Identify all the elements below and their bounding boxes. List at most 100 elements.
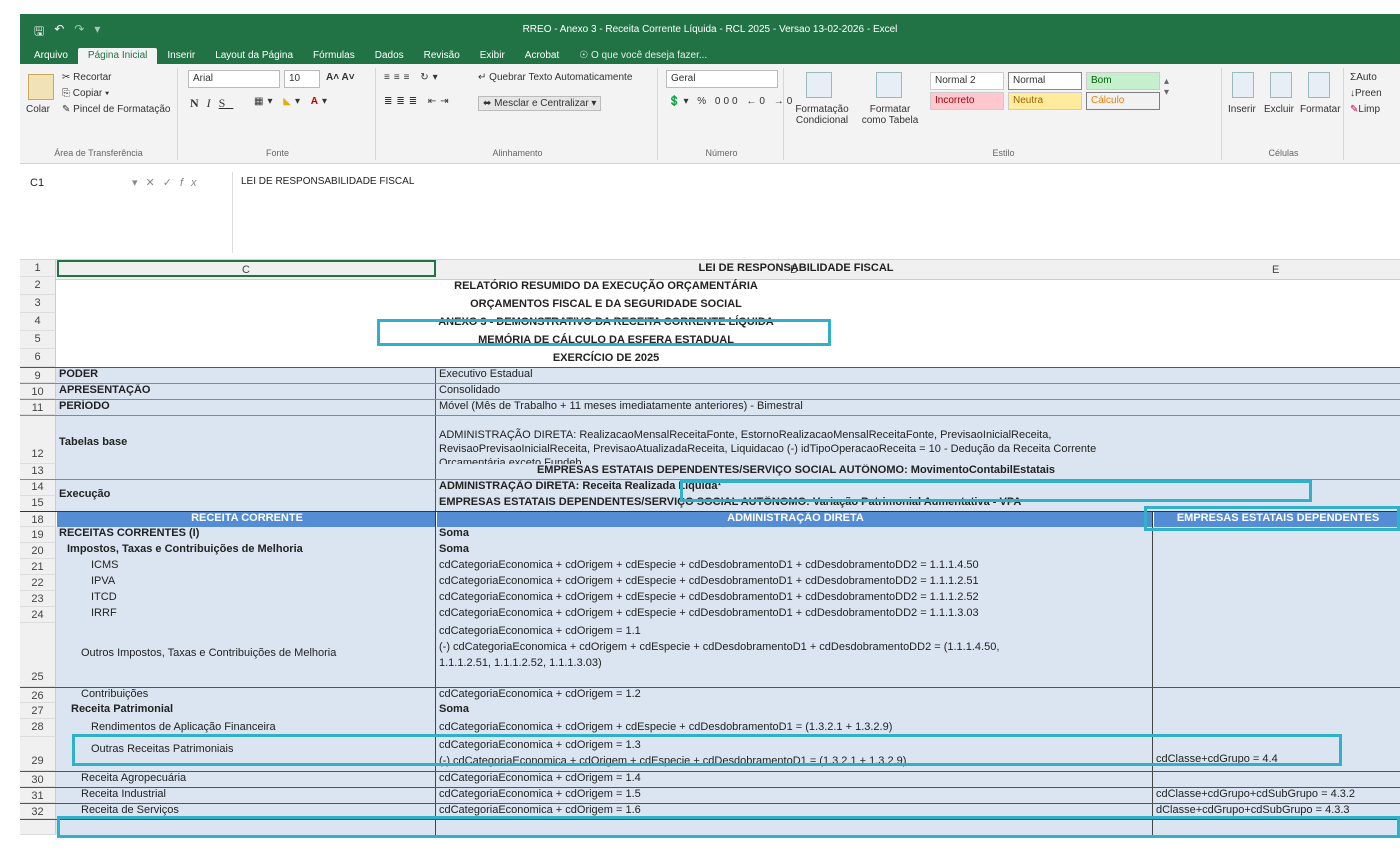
tab-exibir[interactable]: Exibir: [470, 48, 515, 64]
copy-button[interactable]: ⎘ Copiar ▾: [62, 88, 109, 99]
table-cell[interactable]: IRRF: [57, 607, 436, 623]
autosum-button[interactable]: ΣAuto: [1350, 72, 1377, 83]
table-cell[interactable]: [1154, 703, 1400, 719]
table-cell[interactable]: Soma: [437, 527, 1153, 543]
table-cell[interactable]: [1154, 623, 1400, 687]
delete-label[interactable]: Excluir: [1264, 104, 1294, 115]
row-header[interactable]: 26: [20, 688, 56, 703]
table-cell[interactable]: [1154, 575, 1400, 591]
fill-button[interactable]: ↓Preen: [1350, 88, 1382, 99]
table-cell[interactable]: cdCategoriaEconomica + cdOrigem = 1.3 (-…: [437, 737, 1153, 771]
paste-label[interactable]: Colar: [26, 104, 50, 115]
bold-italic-underline-icons[interactable]: NIS: [190, 96, 233, 111]
row-header[interactable]: 20: [20, 543, 56, 559]
table-cell[interactable]: Receita de Serviços: [57, 804, 436, 820]
table-cell[interactable]: [1154, 607, 1400, 623]
table-cell[interactable]: PERÍODO: [57, 400, 436, 416]
clear-button[interactable]: ✎Limp: [1350, 104, 1380, 115]
table-cell[interactable]: Impostos, Taxas e Contribuições de Melho…: [57, 543, 436, 559]
number-format-icons[interactable]: 💲▾ % 000 ←0 →0: [668, 96, 795, 107]
table-cell[interactable]: ICMS: [57, 559, 436, 575]
table-cell[interactable]: [1154, 820, 1400, 836]
name-box[interactable]: C1: [24, 174, 124, 194]
cut-button[interactable]: ✂ Recortar: [62, 72, 112, 83]
row-header[interactable]: 13: [20, 464, 56, 480]
format-painter-button[interactable]: ✎ Pincel de Formatação: [62, 104, 170, 115]
formula-input[interactable]: LEI DE RESPONSABILIDADE FISCAL: [232, 172, 1396, 253]
tab-acrobat[interactable]: Acrobat: [515, 48, 569, 64]
table-cell[interactable]: [1154, 559, 1400, 575]
border-fill-color-icons[interactable]: ▦▾ ◣▾ A▾: [254, 96, 331, 107]
table-cell[interactable]: ADMINISTRAÇÃO DIRETA: Receita Realizada …: [437, 480, 1153, 496]
row-header[interactable]: 23: [20, 591, 56, 607]
paste-icon[interactable]: [28, 74, 54, 100]
table-cell[interactable]: Receita Patrimonial: [57, 703, 436, 719]
align-horizontal-icons[interactable]: ≣≣≣ ⇤⇥: [384, 96, 453, 107]
table-cell[interactable]: ADMINISTRAÇÃO DIRETA: RealizacaoMensalRe…: [437, 416, 1153, 464]
table-cell[interactable]: EMPRESAS ESTATAIS DEPENDENTES/SERVIÇO SO…: [437, 496, 1153, 512]
align-top-icons[interactable]: ≡≡≡ ↻▾: [384, 72, 442, 83]
row-header[interactable]: 18: [20, 512, 56, 527]
table-cell[interactable]: Execução: [57, 480, 436, 512]
style-bom[interactable]: Bom: [1086, 72, 1160, 90]
row-header[interactable]: 4: [20, 313, 56, 331]
table-cell[interactable]: ORÇAMENTOS FISCAL E DA SEGURIDADE SOCIAL: [57, 295, 1153, 310]
delete-cells-icon[interactable]: [1270, 72, 1292, 98]
selected-cell[interactable]: [57, 260, 436, 277]
row-header[interactable]: 28: [20, 719, 56, 737]
table-cell[interactable]: APRESENTAÇÃO: [57, 384, 436, 400]
table-cell[interactable]: Rendimentos de Aplicação Financeira: [57, 719, 436, 737]
font-size-select[interactable]: 10: [284, 70, 320, 88]
table-cell[interactable]: RELATÓRIO RESUMIDO DA EXECUÇÃO ORÇAMENTÁ…: [57, 277, 1153, 292]
style-neutra[interactable]: Neutra: [1008, 92, 1082, 110]
row-header[interactable]: 30: [20, 772, 56, 787]
table-cell[interactable]: cdCategoriaEconomica + cdOrigem = 1.5: [437, 788, 1153, 804]
row-header[interactable]: 10: [20, 384, 56, 399]
font-name-select[interactable]: Arial: [188, 70, 280, 88]
table-cell[interactable]: [1154, 591, 1400, 607]
table-cell[interactable]: Outras Receitas Patrimoniais: [57, 737, 436, 771]
row-header[interactable]: 12: [20, 416, 56, 464]
chevron-down-icon[interactable]: ▾: [132, 177, 146, 189]
table-cell[interactable]: cdCategoriaEconomica + cdOrigem + cdEspe…: [437, 559, 1153, 575]
tell-me-box[interactable]: ☉ O que você deseja fazer...: [569, 48, 717, 64]
style-incorreto[interactable]: Incorreto: [930, 92, 1004, 110]
row-header[interactable]: 11: [20, 400, 56, 415]
row-header[interactable]: 3: [20, 295, 56, 313]
tab-arquivo[interactable]: Arquivo: [24, 48, 78, 64]
enter-icon[interactable]: ✓: [163, 177, 180, 189]
table-cell[interactable]: cdCategoriaEconomica + cdOrigem = 1.2: [437, 688, 1153, 704]
number-format-select[interactable]: Geral: [666, 70, 778, 88]
format-as-table-label[interactable]: Formatar como Tabela: [858, 104, 922, 126]
table-cell[interactable]: [1154, 719, 1400, 737]
table-cell[interactable]: Contribuições: [57, 688, 436, 704]
format-cells-icon[interactable]: [1308, 72, 1330, 98]
tab-dados[interactable]: Dados: [365, 48, 414, 64]
table-cell[interactable]: ITCD: [57, 591, 436, 607]
row-header[interactable]: 14: [20, 480, 56, 496]
grow-shrink-font-icon[interactable]: A˄ A˅: [326, 72, 355, 83]
format-as-table-icon[interactable]: [876, 72, 902, 98]
table-cell[interactable]: Receita Agropecuária: [57, 772, 436, 788]
row-header[interactable]: 9: [20, 368, 56, 383]
table-cell[interactable]: cdCategoriaEconomica + cdOrigem + cdEspe…: [437, 719, 1153, 737]
table-cell[interactable]: MEMÓRIA DE CÁLCULO DA ESFERA ESTADUAL: [57, 331, 1153, 346]
table-cell[interactable]: Consolidado: [437, 384, 1153, 400]
table-cell[interactable]: [57, 820, 436, 836]
row-header[interactable]: 2: [20, 277, 56, 295]
table-cell[interactable]: dClasse+cdGrupo+cdSubGrupo = 4.3.3: [1154, 804, 1400, 820]
row-header[interactable]: 15: [20, 496, 56, 512]
fx-icon[interactable]: fx: [180, 177, 205, 189]
merge-center-button[interactable]: ⬌ Mesclar e Centralizar ▾: [478, 96, 602, 111]
table-cell[interactable]: [1154, 772, 1400, 788]
row-header[interactable]: 5: [20, 331, 56, 349]
style-normal-2[interactable]: Normal 2: [930, 72, 1004, 90]
table-cell[interactable]: cdCategoriaEconomica + cdOrigem + cdEspe…: [437, 607, 1153, 623]
row-header[interactable]: 22: [20, 575, 56, 591]
tab-layout[interactable]: Layout da Página: [205, 48, 303, 64]
styles-scroll-icon[interactable]: ▴ ▾: [1164, 76, 1169, 98]
table-cell[interactable]: ANEXO 3 - DEMONSTRATIVO DA RECEITA CORRE…: [57, 313, 1153, 328]
tab-formulas[interactable]: Fórmulas: [303, 48, 365, 64]
conditional-format-icon[interactable]: [806, 72, 832, 98]
table-cell[interactable]: EMPRESAS ESTATAIS DEPENDENTES/SERVIÇO SO…: [437, 464, 1153, 480]
